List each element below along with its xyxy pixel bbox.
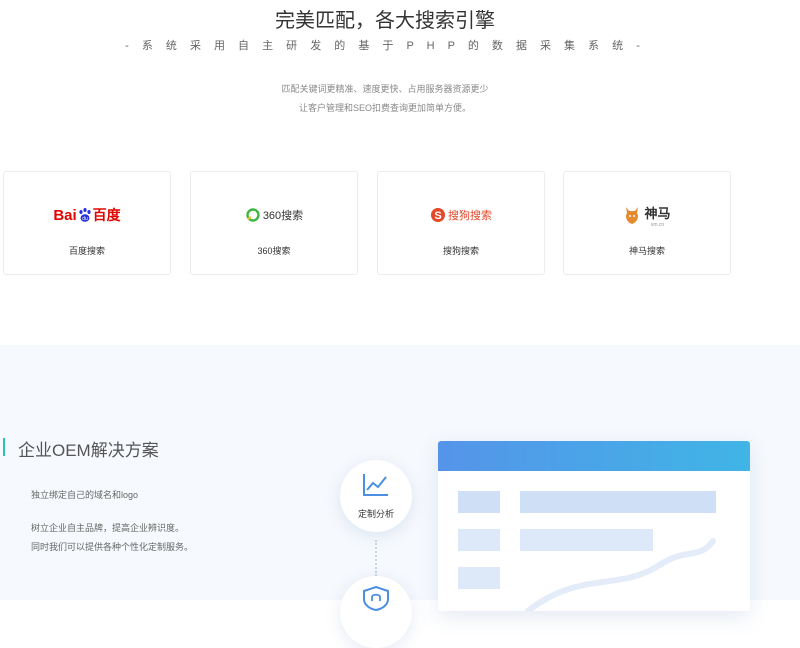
engine-card-shenma[interactable]: 神马 sm.cn 神马搜索 xyxy=(563,171,731,275)
360-logo: 360搜索 xyxy=(191,202,357,228)
description-line-1: 匹配关键词更精准、速度更快、占用服务器资源更少 xyxy=(281,84,489,94)
sogou-logo: S 搜狗搜索 xyxy=(378,202,544,228)
engine-name: 神马搜索 xyxy=(628,246,665,256)
svg-text:S: S xyxy=(434,210,441,222)
trend-curve xyxy=(525,538,716,611)
shield-icon xyxy=(363,585,389,611)
engine-name: 搜狗搜索 xyxy=(442,246,479,256)
shenma-horse-icon xyxy=(626,207,639,224)
engine-name: 百度搜索 xyxy=(68,246,105,256)
dashboard-illustration xyxy=(438,441,750,611)
page-title: 完美匹配，各大搜索引擎 xyxy=(275,10,495,32)
oem-text-line-3: 同时我们可以提供各种个性化定制服务。 xyxy=(31,542,194,552)
chart-line-icon xyxy=(363,474,388,496)
engine-card-baidu[interactable]: Bai du 百度 百度搜索 xyxy=(3,171,171,275)
360-ring-icon xyxy=(246,208,260,222)
description-line-2: 让客户管理和SEO扣费查询更加简单方便。 xyxy=(298,103,471,113)
feature-custom-analysis[interactable]: 定制分析 xyxy=(340,460,412,532)
feature-label: 定制分析 xyxy=(357,509,394,519)
baidu-paw-icon: du xyxy=(79,208,91,222)
oem-title-accent-bar xyxy=(3,438,5,456)
oem-text-line-2: 树立企业自主品牌，提高企业辨识度。 xyxy=(31,523,185,533)
sogou-s-icon: S xyxy=(431,208,445,222)
oem-title: 企业OEM解决方案 xyxy=(18,441,159,460)
baidu-logo: Bai du 百度 xyxy=(53,206,121,224)
engine-card-360[interactable]: 360搜索 360搜索 xyxy=(190,171,358,275)
svg-text:du: du xyxy=(82,216,88,222)
shenma-logo: 神马 sm.cn xyxy=(564,200,730,230)
feature-security[interactable] xyxy=(340,576,412,648)
connector-dots xyxy=(375,540,377,576)
oem-text-line-1: 独立绑定自己的域名和logo xyxy=(31,490,139,500)
engine-name: 360搜索 xyxy=(257,246,291,256)
engine-card-sogou[interactable]: S 搜狗搜索 搜狗搜索 xyxy=(377,171,545,275)
page-subtitle: - 系 统 采 用 自 主 研 发 的 基 于 P H P 的 数 据 采 集 … xyxy=(125,40,645,52)
hero-section: 完美匹配，各大搜索引擎 - 系 统 采 用 自 主 研 发 的 基 于 P H … xyxy=(0,0,800,345)
